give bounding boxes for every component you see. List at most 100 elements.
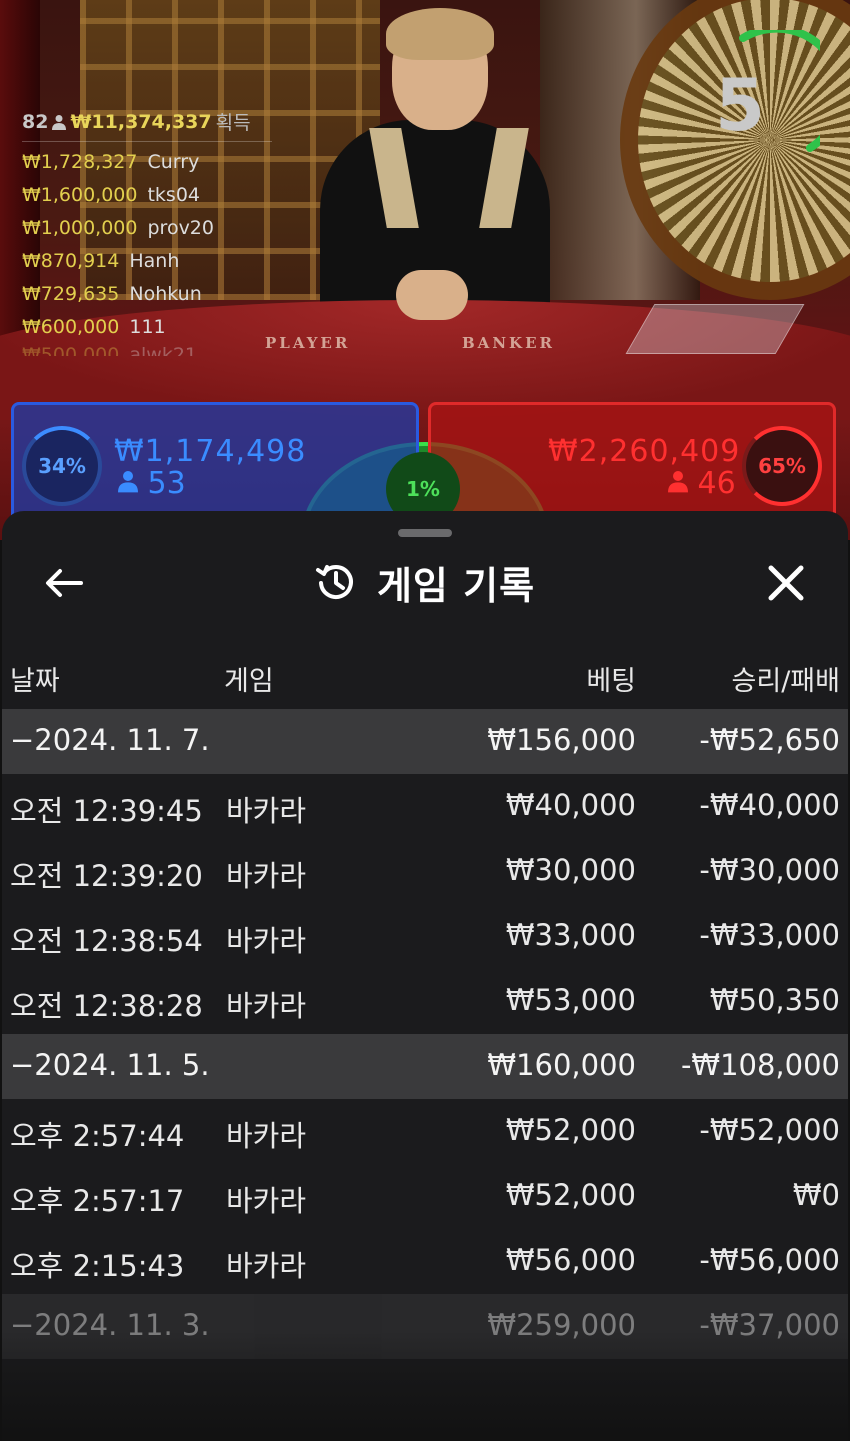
column-game: 게임 [224, 666, 274, 697]
leaderboard-amount: ₩1,728,327 [22, 151, 138, 173]
leaderboard-name: Nohkun [129, 283, 202, 305]
user-icon [668, 471, 688, 493]
row-result: -₩52,000 [699, 1113, 840, 1147]
leaderboard-name: alwk21 [129, 344, 198, 356]
row-result: -₩40,000 [699, 788, 840, 822]
row-game: 바카라 [226, 859, 307, 893]
countdown-number: 5 [714, 63, 766, 147]
row-result: -₩56,000 [699, 1243, 840, 1277]
leaderboard-name: tks04 [147, 184, 201, 206]
group-date: −2024. 11. 7. [10, 723, 210, 757]
history-icon [315, 565, 353, 600]
leaderboard-name: 111 [129, 316, 166, 338]
group-date: −2024. 11. 3. [10, 1308, 210, 1342]
history-row[interactable]: 오전 12:39:45 바카라 ₩40,000 -₩40,000 [2, 774, 848, 839]
row-result: ₩0 [792, 1178, 840, 1212]
row-time: 오후 2:57:44 [10, 1119, 185, 1153]
sheet-header: 게임 기록 [2, 551, 848, 613]
row-bet: ₩56,000 [505, 1243, 636, 1277]
history-row[interactable]: 오후 2:57:44 바카라 ₩52,000 -₩52,000 [2, 1099, 848, 1164]
leaderboard-name: Hanh [129, 250, 180, 272]
row-time: 오전 12:39:45 [10, 794, 203, 828]
history-row[interactable]: 오전 12:39:20 바카라 ₩30,000 -₩30,000 [2, 839, 848, 904]
row-time: 오후 2:15:43 [10, 1249, 185, 1283]
date-group-row[interactable]: −2024. 11. 5. ₩160,000 -₩108,000 [2, 1034, 848, 1099]
table-label-banker: BANKER [462, 334, 555, 352]
history-list: −2024. 11. 7. ₩156,000 -₩52,650 오전 12:39:45… [2, 709, 848, 1359]
leaderboard-entry: ₩500,000 alwk21 [22, 344, 272, 356]
row-game: 바카라 [226, 794, 307, 828]
row-bet: ₩53,000 [505, 983, 636, 1017]
total-winnings: ₩11,374,337 [70, 110, 212, 133]
close-icon [768, 565, 804, 601]
row-bet: ₩30,000 [505, 853, 636, 887]
group-date: −2024. 11. 5. [10, 1048, 210, 1082]
player-percent: 34% [22, 426, 102, 506]
row-game: 바카라 [226, 924, 307, 958]
table-label-player: PLAYER [265, 334, 351, 352]
arrow-left-icon [46, 569, 83, 597]
history-row[interactable]: 오후 2:15:43 바카라 ₩56,000 -₩56,000 [2, 1229, 848, 1294]
group-result-total: -₩108,000 [680, 1048, 840, 1082]
group-bet-total: ₩156,000 [487, 723, 636, 757]
drag-handle[interactable] [398, 529, 452, 537]
row-game: 바카라 [226, 989, 307, 1023]
row-time: 오전 12:38:28 [10, 989, 203, 1023]
leaderboard-entry: ₩729,635 Nohkun [22, 283, 272, 307]
banker-percent: 65% [742, 426, 822, 506]
history-row[interactable]: 오전 12:38:28 바카라 ₩53,000 ₩50,350 [2, 969, 848, 1034]
leaderboard-entry: ₩600,000 111 [22, 316, 272, 340]
group-bet-total: ₩259,000 [487, 1308, 636, 1342]
row-result: ₩50,350 [709, 983, 840, 1017]
leaderboard-entry: ₩1,600,000 tks04 [22, 184, 272, 208]
row-bet: ₩40,000 [505, 788, 636, 822]
column-result: 승리/패배 [731, 666, 840, 697]
leaderboard-amount: ₩1,000,000 [22, 217, 138, 239]
row-result: -₩30,000 [699, 853, 840, 887]
close-button[interactable] [760, 559, 812, 607]
leaderboard-entry: ₩1,728,327 Curry [22, 151, 272, 175]
table-header: 날짜 게임 베팅 승리/패배 [2, 651, 848, 701]
history-row[interactable]: 오전 12:38:54 바카라 ₩33,000 -₩33,000 [2, 904, 848, 969]
group-bet-total: ₩160,000 [487, 1048, 636, 1082]
leaderboard-entry: ₩870,914 Hanh [22, 250, 272, 274]
date-group-row[interactable]: −2024. 11. 7. ₩156,000 -₩52,650 [2, 709, 848, 774]
banker-bet-total: ₩2,260,409 [548, 434, 741, 469]
leaderboard-entry: ₩1,000,000 prov20 [22, 217, 272, 241]
back-button[interactable] [38, 561, 90, 605]
history-row[interactable]: 오후 2:57:17 바카라 ₩52,000 ₩0 [2, 1164, 848, 1229]
winners-leaderboard: 82 ₩11,374,337 획득 ₩1,728,327 Curry ₩1,600,… [22, 108, 272, 356]
row-result: -₩33,000 [699, 918, 840, 952]
player-bet-total: ₩1,174,498 [114, 434, 307, 469]
card-shoe [625, 304, 805, 354]
row-time: 오후 2:57:17 [10, 1184, 185, 1218]
row-game: 바카라 [226, 1119, 307, 1153]
column-date: 날짜 [10, 666, 60, 697]
date-group-row[interactable]: −2024. 11. 3. ₩259,000 -₩37,000 [2, 1294, 848, 1359]
leaderboard-name: prov20 [147, 217, 214, 239]
leaderboard-amount: ₩1,600,000 [22, 184, 138, 206]
game-history-sheet: 게임 기록 날짜 게임 베팅 승리/패배 −2024. 11. 7. ₩156,0… [2, 511, 848, 1441]
user-icon [118, 471, 138, 493]
player-bettor-count: 53 [118, 466, 186, 501]
live-video-feed: PLAYER BANKER 82 ₩11,374,337 획득 ₩1,728,3… [0, 0, 850, 540]
leaderboard-amount: ₩729,635 [22, 283, 120, 305]
banker-bettor-count: 46 [668, 466, 736, 501]
round-countdown: 5 [690, 24, 845, 160]
row-game: 바카라 [226, 1184, 307, 1218]
leaderboard-amount: ₩500,000 [22, 344, 120, 356]
sheet-title: 게임 기록 [376, 563, 536, 608]
row-game: 바카라 [226, 1249, 307, 1283]
group-result-total: -₩52,650 [699, 723, 840, 757]
leaderboard-amount: ₩600,000 [22, 316, 120, 338]
row-bet: ₩52,000 [505, 1178, 636, 1212]
leaderboard-name: Curry [147, 151, 200, 173]
row-time: 오전 12:39:20 [10, 859, 203, 893]
row-time: 오전 12:38:54 [10, 924, 203, 958]
row-bet: ₩33,000 [505, 918, 636, 952]
group-result-total: -₩37,000 [699, 1308, 840, 1342]
leaderboard-amount: ₩870,914 [22, 250, 120, 272]
user-icon [52, 114, 67, 130]
leaderboard-header: 82 ₩11,374,337 획득 [22, 108, 272, 142]
row-bet: ₩52,000 [505, 1113, 636, 1147]
